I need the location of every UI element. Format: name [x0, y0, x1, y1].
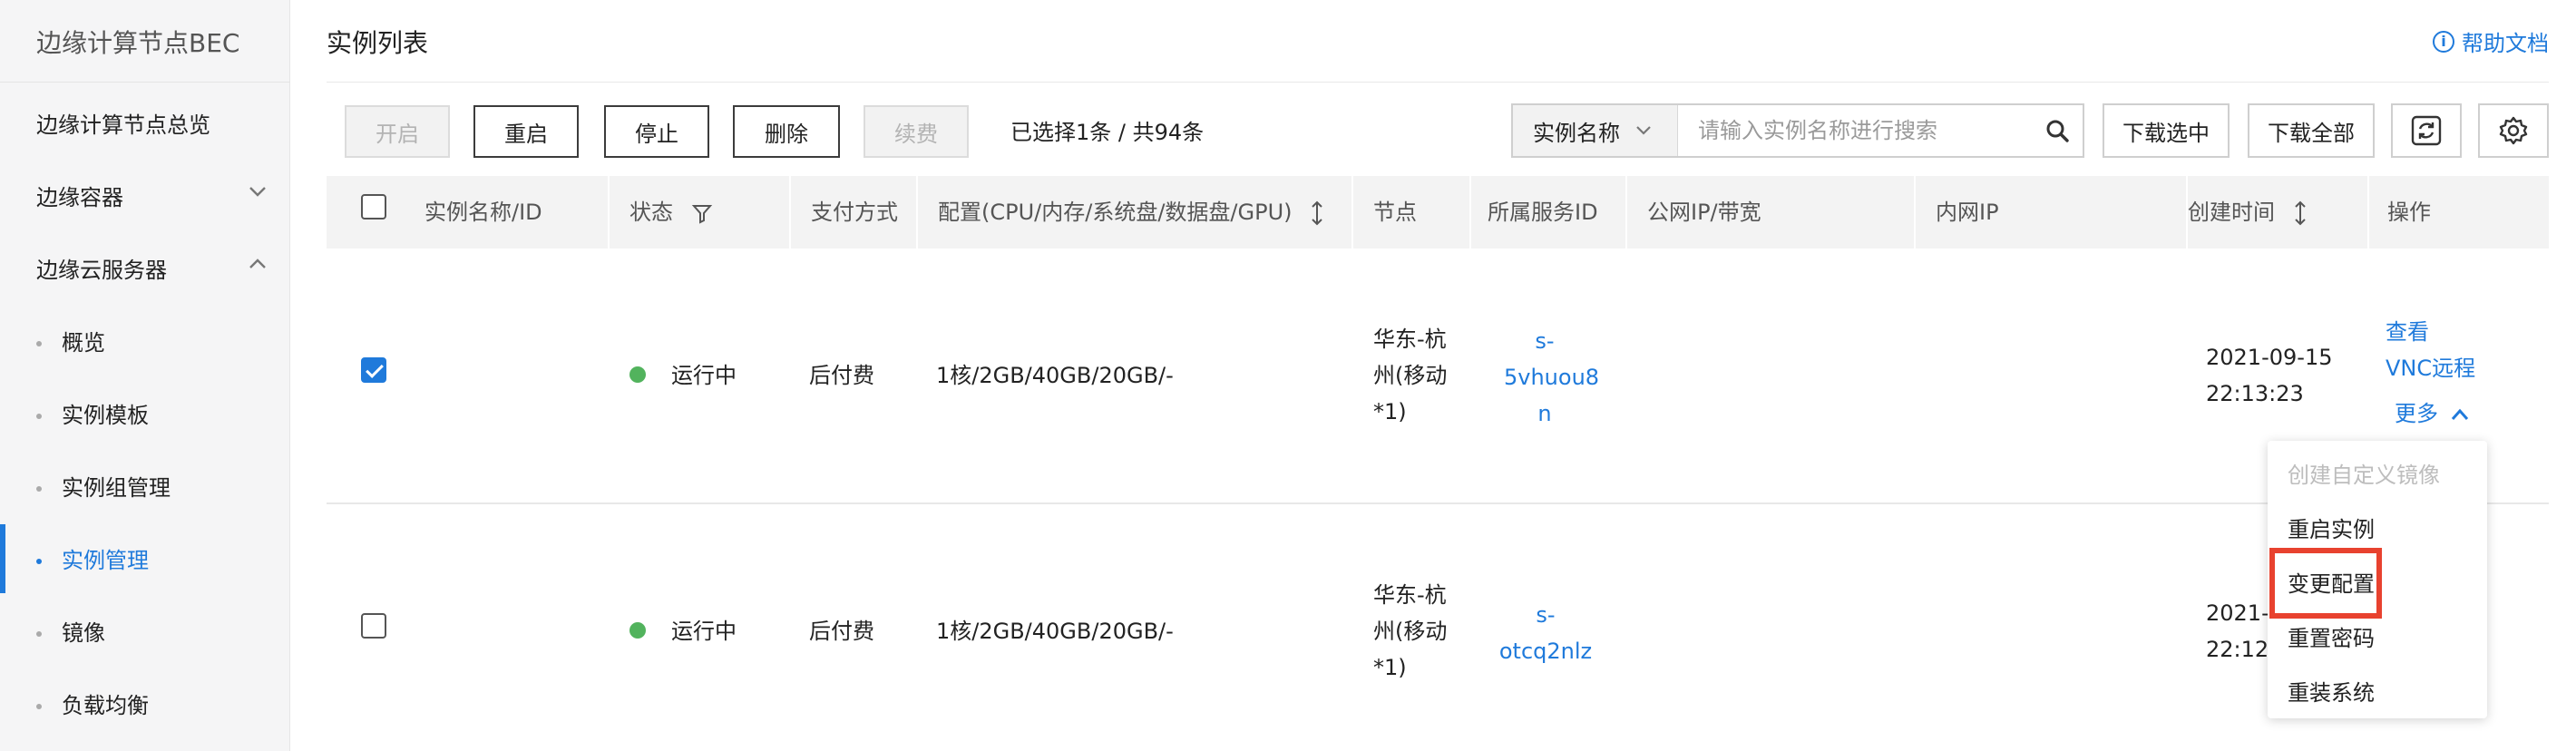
service-id-link[interactable]: s- otcq2nlz [1498, 597, 1593, 669]
stop-button[interactable]: 停止 [604, 105, 709, 158]
download-all-button[interactable]: 下载全部 [2248, 103, 2375, 158]
table-header: 实例名称/ID 状态 支付方式 配置(CPU/内存/系统盘/数据盘/GPU) 节… [327, 176, 2549, 249]
node-text: 华东-杭 州(移动 *1) [1373, 582, 1448, 680]
bullet-icon [36, 559, 42, 564]
search-input[interactable] [1678, 105, 2032, 156]
selection-info: 已选择1条 / 共94条 [1010, 120, 1205, 145]
column-header-config: 配置(CPU/内存/系统盘/数据盘/GPU) [938, 176, 1324, 249]
bullet-icon [36, 414, 42, 419]
more-actions-link[interactable]: 更多 [2395, 395, 2469, 432]
column-header-created: 创建时间 [2188, 176, 2308, 249]
created-time: 2021-09-15 22:13:23 [2206, 345, 2333, 406]
sidebar-item-overview[interactable]: 边缘计算节点总览 [36, 107, 210, 139]
bullet-icon [36, 486, 42, 492]
column-header-status: 状态 [629, 176, 713, 249]
page-title: 实例列表 [327, 28, 429, 58]
header-divider [327, 82, 2549, 83]
menu-item-reset-password[interactable]: 重置密码 [2288, 620, 2375, 652]
renew-button[interactable]: 续费 [864, 105, 969, 158]
sidebar-title: 边缘计算节点BEC [36, 28, 240, 58]
column-header-public-ip: 公网IP/带宽 [1647, 200, 1761, 225]
search-field-select[interactable]: 实例名称 [1513, 105, 1678, 156]
column-header-actions: 操作 [2387, 200, 2431, 225]
filter-icon[interactable] [691, 202, 713, 224]
payment-text: 后付费 [809, 619, 874, 644]
view-link[interactable]: 查看 [2386, 314, 2429, 350]
sort-icon[interactable] [2293, 200, 2308, 226]
search-icon[interactable] [2032, 105, 2083, 156]
menu-item-reinstall-system[interactable]: 重装系统 [2288, 675, 2375, 707]
menu-item-restart-instance[interactable]: 重启实例 [2288, 512, 2375, 543]
refresh-icon [2411, 115, 2442, 146]
vnc-remote-link[interactable]: VNC远程 [2386, 350, 2475, 386]
help-docs-link[interactable]: i 帮助文档 [2433, 25, 2549, 57]
status-running-icon [629, 622, 646, 639]
row-divider [327, 502, 2549, 504]
status-running-icon [629, 366, 646, 383]
column-header-name: 实例名称/ID [424, 200, 542, 225]
active-indicator [0, 524, 5, 593]
highlight-box [2269, 548, 2382, 619]
status-text: 运行中 [671, 363, 737, 388]
gear-icon [2499, 116, 2528, 145]
bullet-icon [36, 341, 42, 346]
column-separator [1914, 176, 1916, 249]
restart-button[interactable]: 重启 [473, 105, 579, 158]
chevron-down-icon [1636, 126, 1651, 135]
payment-text: 后付费 [809, 363, 874, 388]
row-checkbox[interactable] [361, 357, 386, 383]
column-header-payment: 支付方式 [811, 200, 898, 225]
refresh-button[interactable] [2391, 103, 2462, 158]
settings-button[interactable] [2478, 103, 2549, 158]
sidebar-subitem-overview[interactable]: 概览 [36, 325, 105, 356]
info-icon: i [2433, 30, 2454, 53]
created-time: 2021- 22:12: [2206, 600, 2277, 662]
column-header-service-id: 所属服务ID [1488, 200, 1598, 225]
column-separator [608, 176, 610, 249]
sidebar-subitem-instance-group[interactable]: 实例组管理 [36, 470, 171, 502]
sidebar-item-edge-container[interactable]: 边缘容器 [36, 180, 123, 211]
column-separator [1351, 176, 1353, 249]
column-header-node: 节点 [1373, 200, 1417, 225]
sidebar-subitem-load-balancer[interactable]: 负载均衡 [36, 688, 149, 719]
row-checkbox[interactable] [361, 613, 386, 639]
delete-button[interactable]: 删除 [733, 105, 840, 158]
select-all-checkbox[interactable] [361, 194, 386, 219]
column-separator [789, 176, 791, 249]
service-id-link[interactable]: s- 5vhuou8 n [1504, 323, 1599, 432]
column-separator [1469, 176, 1471, 249]
sidebar-subitem-image[interactable]: 镜像 [36, 615, 105, 647]
sidebar: 边缘计算节点BEC 边缘计算节点总览 边缘容器 边缘云服务器 概览 实例模板 实… [0, 0, 290, 751]
sidebar-item-edge-cloud-server[interactable]: 边缘云服务器 [36, 252, 167, 284]
menu-item-create-custom-image[interactable]: 创建自定义镜像 [2288, 457, 2440, 489]
bullet-icon [36, 704, 42, 709]
search-box: 实例名称 [1511, 103, 2084, 158]
sidebar-divider [0, 82, 290, 83]
start-button[interactable]: 开启 [345, 105, 450, 158]
column-header-private-ip: 内网IP [1936, 200, 1999, 225]
column-separator [1625, 176, 1627, 249]
chevron-up-icon [2451, 408, 2468, 420]
column-separator [2367, 176, 2369, 249]
chevron-down-icon[interactable] [248, 181, 268, 201]
sidebar-subitem-instance-template[interactable]: 实例模板 [36, 397, 149, 429]
download-selected-button[interactable]: 下载选中 [2103, 103, 2230, 158]
column-separator [916, 176, 918, 249]
sidebar-subitem-instance-management[interactable]: 实例管理 [36, 542, 149, 574]
config-text: 1核/2GB/40GB/20GB/- [936, 619, 1174, 644]
config-text: 1核/2GB/40GB/20GB/- [936, 363, 1174, 388]
node-text: 华东-杭 州(移动 *1) [1373, 327, 1448, 424]
status-text: 运行中 [671, 619, 737, 644]
sort-icon[interactable] [1310, 200, 1324, 226]
chevron-up-icon[interactable] [248, 254, 268, 274]
bullet-icon [36, 631, 42, 637]
